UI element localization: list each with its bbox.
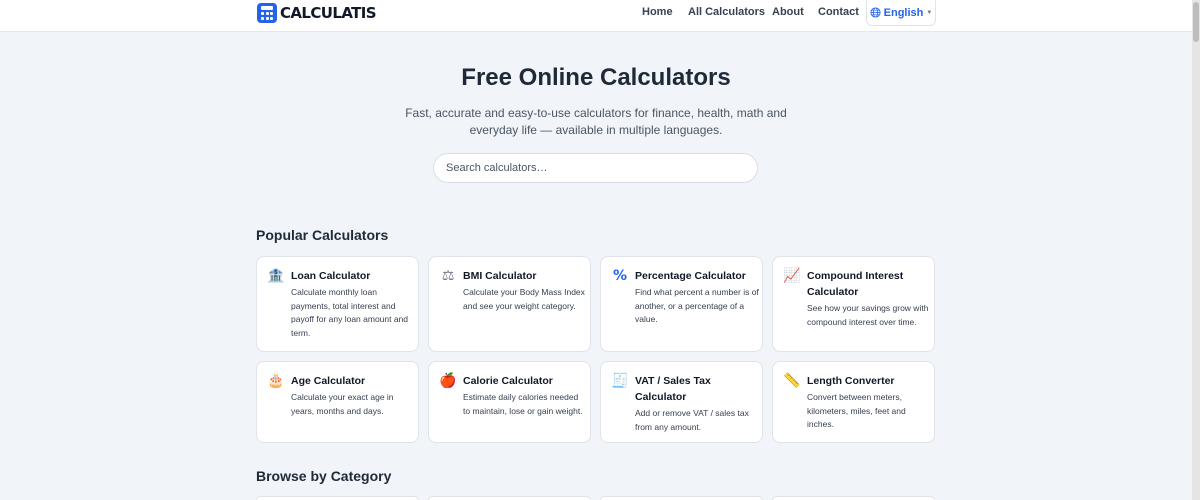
scales-icon: ⚖ — [441, 268, 455, 284]
language-selector[interactable]: English ▼ — [866, 0, 936, 26]
card-calorie-calculator[interactable]: 🍎 Calorie Calculator Estimate daily calo… — [428, 361, 591, 443]
card-description: Convert between meters, kilometers, mile… — [807, 392, 906, 430]
birthday-cake-icon: 🎂 — [267, 373, 285, 389]
nav-contact[interactable]: Contact — [818, 0, 859, 24]
nav-contact-label[interactable]: Contact — [818, 6, 859, 18]
calculator-logo-icon — [257, 3, 277, 23]
globe-icon — [870, 7, 881, 18]
brand-name: CALCULATIS — [280, 4, 377, 22]
category-card[interactable] — [772, 496, 935, 500]
card-title: Age Calculator — [291, 375, 366, 387]
page-scrollbar[interactable] — [1192, 0, 1200, 500]
card-description: Calculate your Body Mass Index and see y… — [463, 287, 585, 311]
popular-calculators-heading: Popular Calculators — [256, 227, 389, 243]
language-label: English — [883, 6, 924, 19]
percent-icon: % — [612, 268, 628, 284]
nav-about[interactable]: About — [772, 0, 804, 24]
card-description: Find what percent a number is of another… — [635, 287, 759, 325]
card-description: See how your savings grow with compound … — [807, 303, 929, 327]
card-bmi-calculator[interactable]: ⚖ BMI Calculator Calculate your Body Mas… — [428, 256, 591, 352]
card-description: Calculate your exact age in years, month… — [291, 392, 394, 416]
card-title: Compound Interest Calculator — [807, 270, 904, 298]
hero-subtitle: Fast, accurate and easy-to-use calculato… — [405, 106, 787, 137]
browse-by-category-heading: Browse by Category — [256, 468, 392, 484]
card-length-converter[interactable]: 📏 Length Converter Convert between meter… — [772, 361, 935, 443]
category-card[interactable] — [256, 496, 419, 500]
nav-home-label[interactable]: Home — [642, 6, 673, 18]
ruler-icon: 📏 — [783, 373, 801, 389]
bank-icon: 🏦 — [267, 268, 285, 284]
card-description: Add or remove VAT / sales tax from any a… — [635, 408, 749, 432]
card-title: Length Converter — [807, 375, 895, 387]
card-title: Loan Calculator — [291, 270, 371, 282]
apple-icon: 🍎 — [439, 373, 457, 389]
card-title: Percentage Calculator — [635, 270, 746, 282]
card-description: Calculate monthly loan payments, total i… — [291, 287, 409, 338]
card-title: VAT / Sales Tax Calculator — [635, 375, 711, 403]
category-card[interactable] — [428, 496, 591, 500]
receipt-icon: 🧾 — [611, 373, 629, 389]
category-card[interactable] — [600, 496, 763, 500]
page-title: Free Online Calculators — [461, 64, 731, 91]
card-percentage-calculator[interactable]: % Percentage Calculator Find what percen… — [600, 256, 763, 352]
nav-all-calculators-label[interactable]: All Calculators — [688, 6, 765, 18]
card-loan-calculator[interactable]: 🏦 Loan Calculator Calculate monthly loan… — [256, 256, 419, 352]
card-title: BMI Calculator — [463, 270, 537, 282]
top-navbar: CALCULATIS Home All Calculators About Co… — [0, 0, 1192, 32]
search-input[interactable] — [433, 153, 758, 183]
card-description: Estimate daily calories needed to mainta… — [463, 392, 583, 416]
brand-logo[interactable]: CALCULATIS — [257, 2, 377, 24]
card-compound-interest-calculator[interactable]: 📈 Compound Interest Calculator See how y… — [772, 256, 935, 352]
chart-increasing-icon: 📈 — [783, 268, 801, 284]
card-title: Calorie Calculator — [463, 375, 553, 387]
scrollbar-thumb[interactable] — [1193, 2, 1199, 42]
nav-home[interactable]: Home — [642, 0, 673, 24]
caret-down-icon: ▼ — [926, 9, 933, 16]
nav-about-label[interactable]: About — [772, 6, 804, 18]
card-vat-sales-tax-calculator[interactable]: 🧾 VAT / Sales Tax Calculator Add or remo… — [600, 361, 763, 443]
card-age-calculator[interactable]: 🎂 Age Calculator Calculate your exact ag… — [256, 361, 419, 443]
nav-all-calculators[interactable]: All Calculators — [688, 0, 765, 24]
